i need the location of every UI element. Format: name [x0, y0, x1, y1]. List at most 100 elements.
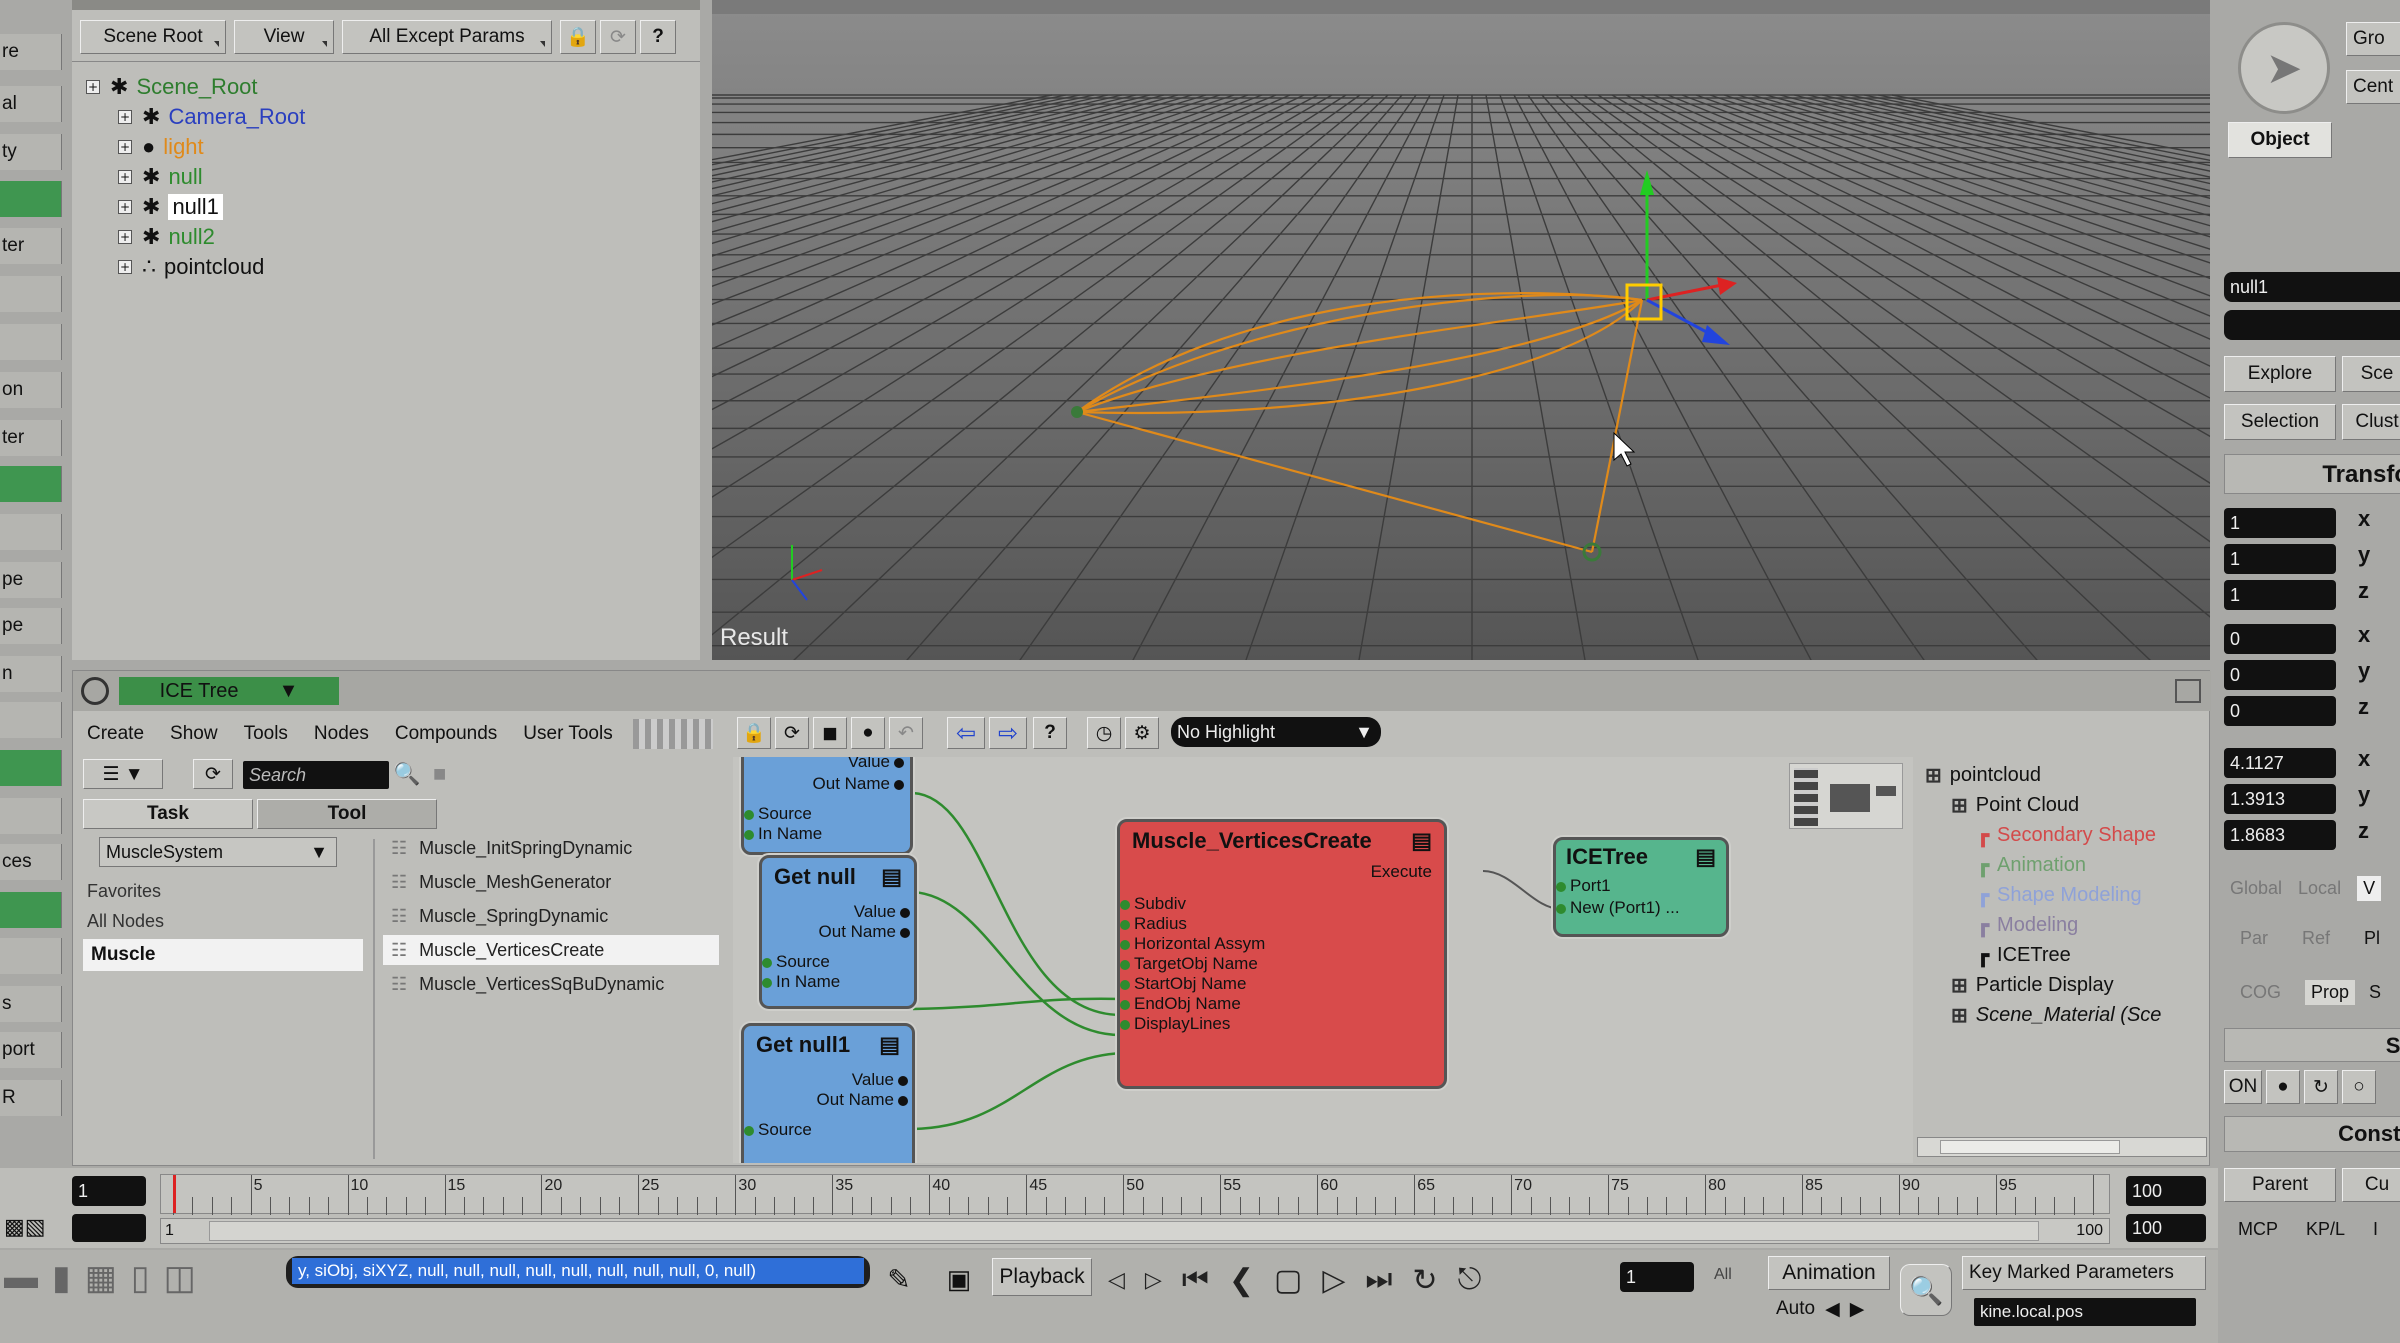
left-strip-button[interactable]: re: [0, 34, 62, 70]
help-icon[interactable]: ?: [640, 20, 676, 54]
stop-icon[interactable]: ▢: [1274, 1263, 1302, 1298]
snap-point-icon[interactable]: ●: [2266, 1070, 2300, 1104]
scale-y-label[interactable]: y: [2358, 542, 2370, 568]
port-connector[interactable]: [762, 977, 772, 988]
last-frame-icon[interactable]: ⏭: [1365, 1263, 1392, 1297]
key-icon[interactable]: 🔍: [1900, 1264, 1952, 1316]
explorer-tree-item[interactable]: + ● light: [118, 132, 204, 162]
ref-button[interactable]: Ref: [2302, 928, 2330, 949]
ice-menu-item[interactable]: Create: [87, 723, 144, 745]
left-strip-button[interactable]: ces: [0, 844, 62, 880]
port-connector[interactable]: [1120, 899, 1130, 910]
left-strip-button[interactable]: pe: [0, 608, 62, 644]
audio-icon[interactable]: ⎋: [1458, 1263, 1482, 1297]
layout-icons[interactable]: ▩▧: [4, 1214, 64, 1242]
expand-icon[interactable]: +: [86, 80, 100, 94]
left-strip-button[interactable]: [0, 466, 62, 502]
object-name-field[interactable]: null1: [2224, 272, 2400, 302]
outline-hscrollbar[interactable]: [1917, 1137, 2207, 1157]
outline-item[interactable]: ⊞ pointcloud: [1925, 761, 2041, 789]
forward-arrow-icon[interactable]: ⇨: [989, 717, 1027, 749]
library-item[interactable]: ☷ Muscle_SpringDynamic: [383, 901, 719, 931]
timeline-end-field[interactable]: 100: [2126, 1176, 2206, 1206]
left-strip-button[interactable]: al: [0, 86, 62, 122]
outline-item[interactable]: ┏ Shape Modeling: [1977, 881, 2142, 909]
secondary-name-field[interactable]: [2224, 310, 2400, 340]
scale-z-label[interactable]: z: [2358, 578, 2369, 604]
node-port[interactable]: Source: [744, 804, 812, 824]
cog-button[interactable]: COG: [2240, 982, 2281, 1003]
node-port[interactable]: StartObj Name: [1120, 974, 1246, 994]
ice-menu-item[interactable]: User Tools: [523, 723, 612, 745]
left-strip-button[interactable]: R: [0, 1080, 62, 1116]
prev-frame-icon[interactable]: ❮: [1229, 1263, 1254, 1298]
translate-z-label[interactable]: z: [2358, 818, 2369, 844]
rotate-x-field[interactable]: 0: [2224, 624, 2336, 654]
node-port[interactable]: TargetObj Name: [1120, 954, 1258, 974]
selection-button[interactable]: Selection: [2224, 404, 2336, 440]
left-strip-button[interactable]: [0, 892, 62, 928]
category-favorites[interactable]: Favorites: [87, 881, 161, 902]
outline-item[interactable]: ┏ Secondary Shape: [1977, 821, 2156, 849]
port-connector[interactable]: [900, 907, 910, 918]
library-item[interactable]: ☷ Muscle_MeshGenerator: [383, 867, 719, 897]
node-port[interactable]: DisplayLines: [1120, 1014, 1230, 1034]
port-execute[interactable]: Execute: [1371, 862, 1432, 882]
left-strip-button[interactable]: [0, 702, 62, 738]
node-port[interactable]: Source: [744, 1120, 812, 1140]
left-strip-button[interactable]: s: [0, 986, 62, 1022]
undo-icon[interactable]: ↶: [889, 717, 923, 749]
first-frame-icon[interactable]: ⏮: [1182, 1263, 1209, 1297]
cut-button[interactable]: Cu: [2342, 1168, 2400, 1202]
ice-menu-item[interactable]: Nodes: [314, 723, 369, 745]
ice-tree-title-tab[interactable]: ICE Tree ▼: [119, 677, 339, 705]
explorer-tree-item[interactable]: + ✱ Scene_Root: [86, 72, 258, 102]
rotate-x-label[interactable]: x: [2358, 622, 2370, 648]
port-connector[interactable]: [762, 957, 772, 968]
search-input[interactable]: Search: [243, 761, 389, 789]
transform-header[interactable]: Transfo: [2224, 454, 2400, 494]
global-button[interactable]: Global: [2230, 878, 2282, 899]
scene-button[interactable]: Sce: [2342, 356, 2400, 392]
node-port[interactable]: In Name: [762, 972, 840, 992]
task-tab[interactable]: Task: [83, 799, 253, 829]
lock-icon[interactable]: 🔒: [737, 717, 771, 749]
left-strip-button[interactable]: [0, 514, 62, 550]
outline-item[interactable]: ┏ ICETree: [1977, 941, 2071, 969]
outline-item[interactable]: ⊞ Particle Display: [1951, 971, 2114, 999]
par-button[interactable]: Par: [2240, 928, 2268, 949]
timeline-start-field[interactable]: 1: [72, 1176, 146, 1206]
expand-icon[interactable]: +: [118, 110, 132, 124]
search-icon[interactable]: 🔍: [393, 761, 421, 789]
highlight-dropdown[interactable]: No Highlight ▼: [1171, 717, 1381, 747]
port-connector[interactable]: [1120, 959, 1130, 970]
snap-surface-icon[interactable]: ○: [2342, 1070, 2376, 1104]
outline-item[interactable]: ⊞ Point Cloud: [1951, 791, 2079, 819]
lock-icon[interactable]: 🔒: [560, 20, 596, 54]
left-strip-button[interactable]: port: [0, 1032, 62, 1068]
clock-settings-icon[interactable]: ⚙: [1125, 717, 1159, 749]
rotate-y-field[interactable]: 0: [2224, 660, 2336, 690]
left-strip-button[interactable]: [0, 798, 62, 834]
port-connector[interactable]: [1120, 999, 1130, 1010]
select-tool-icon[interactable]: ➤: [2238, 22, 2330, 114]
node-port[interactable]: EndObj Name: [1120, 994, 1241, 1014]
constrain-header[interactable]: Constr: [2224, 1116, 2400, 1152]
explorer-tree-item[interactable]: + ✱ null: [118, 162, 203, 192]
node-port[interactable]: Radius: [1120, 914, 1187, 934]
port-connector[interactable]: [894, 779, 904, 790]
expand-icon[interactable]: +: [118, 170, 132, 184]
node-port[interactable]: Horizontal Assym: [1120, 934, 1265, 954]
library-item[interactable]: ☷ Muscle_InitSpringDynamic: [383, 833, 719, 863]
clear-search-icon[interactable]: ■: [433, 761, 461, 789]
left-strip-button[interactable]: [0, 938, 62, 974]
left-strip-button[interactable]: [0, 324, 62, 360]
left-strip-button[interactable]: on: [0, 372, 62, 408]
node-port[interactable]: New (Port1) ...: [1556, 898, 1680, 918]
node-port[interactable]: Value: [854, 902, 910, 922]
explorer-tree-item[interactable]: + ∴ pointcloud: [118, 252, 264, 282]
port-connector[interactable]: [1556, 881, 1566, 892]
view-button[interactable]: V: [2357, 875, 2382, 901]
left-strip-button[interactable]: [0, 181, 62, 217]
category-all-nodes[interactable]: All Nodes: [87, 911, 164, 932]
